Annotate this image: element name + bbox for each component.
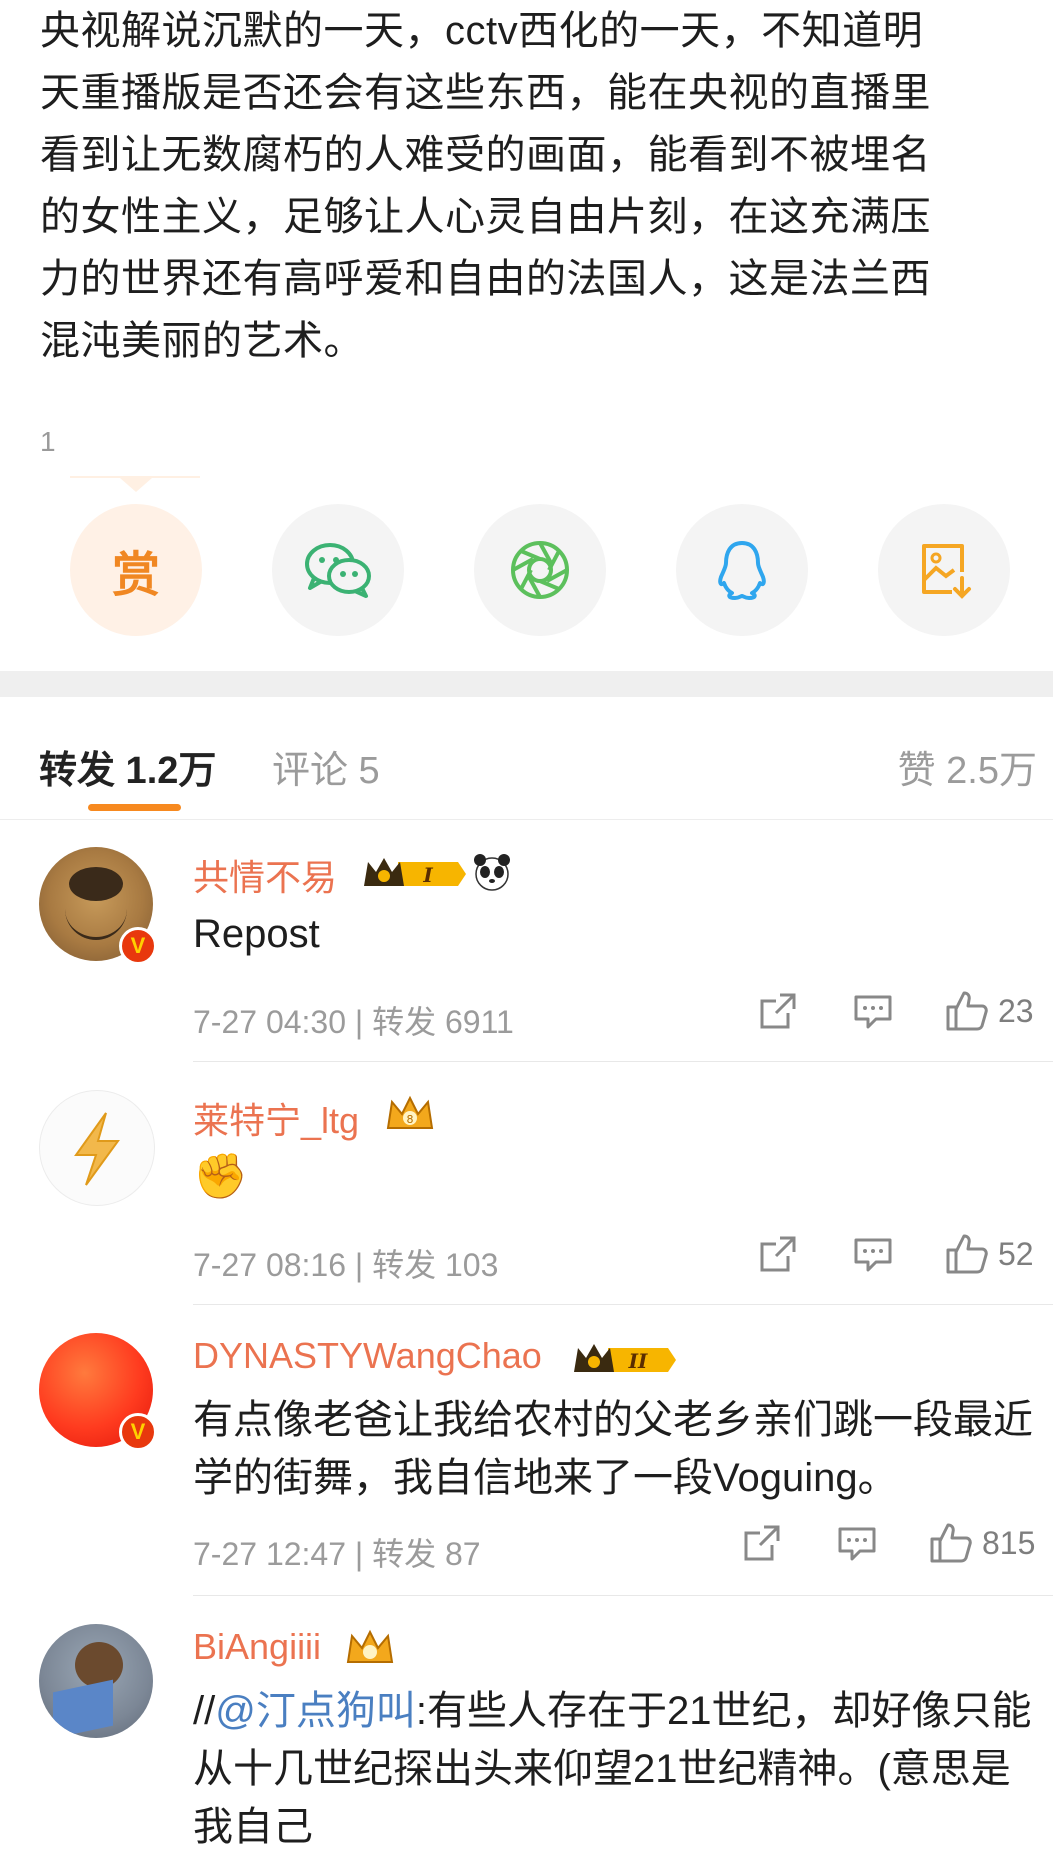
active-tab-indicator — [88, 804, 181, 811]
qq-share-button[interactable] — [676, 504, 808, 636]
meta-separator: | — [346, 1004, 373, 1040]
username[interactable]: 共情不易 — [193, 849, 337, 901]
tab-likes[interactable]: 赞 2.5万 — [898, 739, 1037, 794]
avatar[interactable] — [39, 1624, 153, 1738]
repost-time: 7-27 04:30 — [193, 1004, 347, 1040]
username[interactable]: 莱特宁_ltg — [193, 1092, 359, 1144]
repost-meta: 7-27 12:47 | 转发 87 — [193, 1529, 481, 1575]
save-image-button[interactable] — [878, 504, 1010, 636]
repost-item: V 共情不易 I Repost 7-27 04:30 | 转发 6911 23 — [0, 819, 1053, 1061]
user-badges: II — [572, 1338, 676, 1378]
username[interactable]: DYNASTYWangChao — [193, 1335, 542, 1377]
repost-text: 有点像老爸让我给农村的父老乡亲们跳一段最近学的街舞，我自信地来了一段Voguin… — [193, 1398, 1033, 1500]
repost-text: //@汀点狗叫:有些人存在于21世纪，却好像只能从十几世纪探出头来仰望21世纪精… — [193, 1682, 1043, 1856]
repost-actions: 23 — [758, 989, 1034, 1033]
gold-crown-badge-icon: 8 — [386, 1095, 434, 1129]
meta-separator: | — [346, 1247, 373, 1283]
moments-share-button[interactable] — [474, 504, 606, 636]
reward-pointer-arrow — [120, 478, 152, 492]
repost-item: V DYNASTYWangChao II 有点像老爸让我给农村的父老乡亲们跳一段… — [0, 1305, 1053, 1595]
gold-crown-badge-icon — [346, 1629, 394, 1663]
repost-actions: 52 — [758, 1232, 1034, 1276]
svg-text:II: II — [628, 1349, 648, 1373]
comment-icon — [854, 1238, 892, 1272]
repost-time: 7-27 12:47 — [193, 1536, 347, 1572]
svg-text:8: 8 — [407, 1113, 414, 1126]
like-button[interactable]: 52 — [944, 1232, 1034, 1276]
like-button[interactable]: 815 — [928, 1521, 1035, 1565]
wechat-icon — [305, 543, 371, 598]
share-icon — [744, 1525, 780, 1561]
repost-item: 莱特宁_ltg 8 ✊ 7-27 08:16 | 转发 103 52 — [0, 1062, 1053, 1304]
tab-repost[interactable]: 转发 1.2万 — [39, 739, 216, 794]
user-badges — [344, 1628, 396, 1668]
comment-icon — [854, 995, 892, 1029]
like-button[interactable]: 23 — [944, 989, 1034, 1033]
wechat-share-button[interactable] — [272, 504, 404, 636]
repost-count[interactable]: 转发 87 — [372, 1536, 481, 1572]
share-action-button[interactable] — [742, 1523, 782, 1563]
repost-actions: 815 — [742, 1521, 1035, 1565]
reward-label: 赏 — [111, 549, 160, 602]
moments-icon — [511, 541, 569, 599]
comment-icon — [838, 1527, 876, 1561]
share-icon — [760, 1236, 796, 1272]
repost-text: ✊ — [193, 1152, 248, 1201]
share-action-button[interactable] — [758, 991, 798, 1031]
tab-bar: 转发 1.2万 评论 5 赞 2.5万 — [0, 697, 1053, 820]
username[interactable]: BiAngiiii — [193, 1626, 321, 1668]
lightning-icon — [74, 1112, 120, 1186]
repost-meta: 7-27 08:16 | 转发 103 — [193, 1240, 498, 1286]
thumbs-up-icon — [946, 991, 988, 1031]
like-count: 52 — [998, 1235, 1034, 1272]
meta-separator: | — [346, 1536, 373, 1572]
panda-icon — [474, 854, 510, 891]
reward-count[interactable]: 1 — [40, 426, 56, 458]
share-action-button[interactable] — [758, 1234, 798, 1274]
repost-time: 7-27 08:16 — [193, 1247, 347, 1283]
repost-text: Repost — [193, 912, 320, 956]
like-count: 815 — [982, 1524, 1036, 1561]
share-row: 赏 — [0, 504, 1053, 636]
repost-count[interactable]: 转发 103 — [372, 1247, 498, 1283]
comment-action-button[interactable] — [852, 1234, 894, 1274]
repost-prefix: // — [193, 1689, 216, 1733]
avatar[interactable] — [39, 1090, 155, 1206]
svg-text:I: I — [422, 863, 433, 887]
like-count: 23 — [998, 992, 1034, 1029]
verified-badge: V — [119, 1413, 157, 1451]
member-crown-badge-icon: II — [574, 1344, 676, 1373]
repost-meta: 7-27 04:30 | 转发 6911 — [193, 997, 514, 1043]
save-image-icon — [922, 544, 971, 599]
qq-icon — [718, 541, 766, 600]
verified-badge: V — [119, 927, 157, 965]
reward-button[interactable]: 赏 — [70, 504, 202, 636]
post-text: 央视解说沉默的一天，cctv西化的一天，不知道明 天重播版是否还会有这些东西，能… — [40, 9, 931, 363]
repost-item: BiAngiiii //@汀点狗叫:有些人存在于21世纪，却好像只能从十几世纪探… — [0, 1596, 1053, 1849]
section-divider — [0, 671, 1053, 697]
tab-comments[interactable]: 评论 5 — [272, 739, 380, 794]
comment-action-button[interactable] — [852, 991, 894, 1031]
thumbs-up-icon — [946, 1234, 988, 1274]
share-icon — [760, 993, 796, 1029]
mention-link[interactable]: @汀点狗叫 — [215, 1689, 416, 1733]
user-badges: I — [362, 852, 512, 892]
thumbs-up-icon — [930, 1523, 972, 1563]
user-badges: 8 — [384, 1094, 436, 1134]
member-crown-badge-icon: I — [364, 858, 466, 887]
repost-count[interactable]: 转发 6911 — [372, 1004, 514, 1040]
comment-action-button[interactable] — [836, 1523, 878, 1563]
